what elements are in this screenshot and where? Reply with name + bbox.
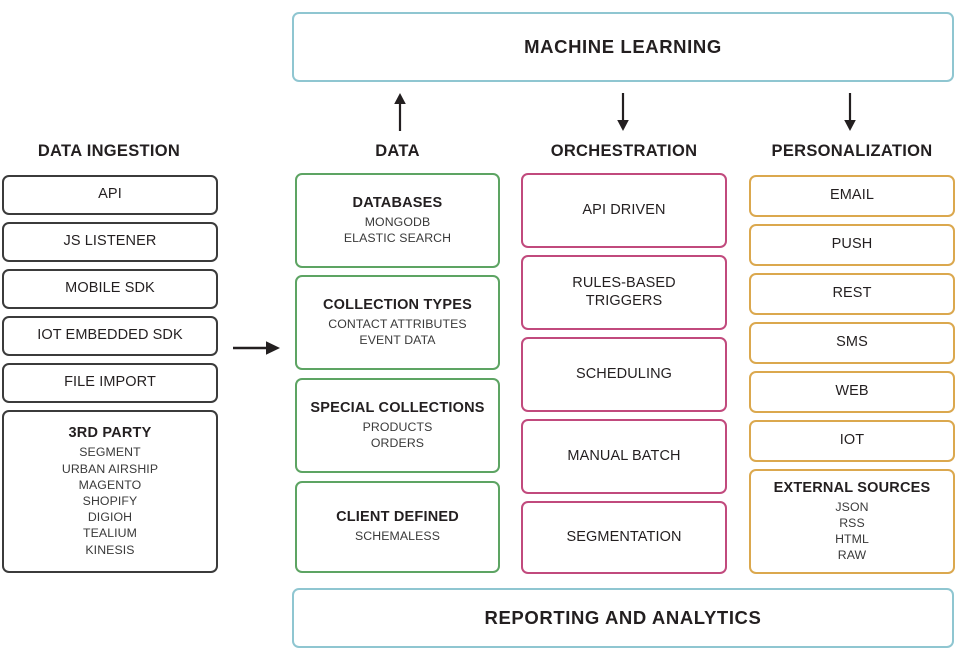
ingestion-item-3rd-party[interactable]: 3RD PARTY SEGMENT URBAN AIRSHIP MAGENTO SHO… [2, 410, 218, 573]
column-heading-data: DATA [375, 142, 420, 160]
personalization-external-sources-list: JSON RSS HTML RAW [835, 499, 869, 563]
personalization-item-push[interactable]: PUSH [749, 224, 955, 266]
personalization-item-web[interactable]: WEB [749, 371, 955, 413]
ingestion-item-file-import[interactable]: FILE IMPORT [2, 363, 218, 403]
ingestion-item-iot-embedded-sdk[interactable]: IOT EMBEDDED SDK [2, 316, 218, 356]
data-item-collection-types[interactable]: COLLECTION TYPES CONTACT ATTRIBUTES EVENT… [295, 275, 500, 370]
personalization-item-iot[interactable]: IOT [749, 420, 955, 462]
diagram-canvas: MACHINE LEARNING DATA INGESTION DATA ORC… [0, 0, 960, 660]
data-client-defined-list: SCHEMALESS [354, 529, 441, 544]
personalization-item-sms[interactable]: SMS [749, 322, 955, 364]
reporting-and-analytics-banner: REPORTING AND ANALYTICS [292, 588, 954, 648]
orchestration-item-rules-based-triggers[interactable]: RULES-BASED TRIGGERS [521, 255, 727, 330]
data-databases-list: MONGODB ELASTIC SEARCH [343, 214, 452, 246]
arrow-up-data-to-ml [394, 93, 406, 131]
data-special-collections-list: PRODUCTS ORDERS [362, 419, 433, 451]
ingestion-item-mobile-sdk[interactable]: MOBILE SDK [2, 269, 218, 309]
data-collection-types-list: CONTACT ATTRIBUTES EVENT DATA [328, 316, 467, 348]
personalization-item-rest[interactable]: REST [749, 273, 955, 315]
orchestration-item-api-driven[interactable]: API DRIVEN [521, 173, 727, 248]
machine-learning-banner: MACHINE LEARNING [292, 12, 954, 82]
column-heading-personalization: PERSONALIZATION [771, 142, 933, 160]
arrow-down-ml-to-personalization [844, 93, 856, 131]
data-item-databases[interactable]: DATABASES MONGODB ELASTIC SEARCH [295, 173, 500, 268]
column-heading-orchestration: ORCHESTRATION [550, 142, 698, 160]
orchestration-item-scheduling[interactable]: SCHEDULING [521, 337, 727, 412]
ingestion-item-js-listener[interactable]: JS LISTENER [2, 222, 218, 262]
ingestion-3rd-party-list: SEGMENT URBAN AIRSHIP MAGENTO SHOPIFY DIGIOH… [61, 445, 159, 557]
data-item-special-collections[interactable]: SPECIAL COLLECTIONS PRODUCTS ORDERS [295, 378, 500, 473]
personalization-item-external-sources[interactable]: EXTERNAL SOURCES JSON RSS HTML RAW [749, 469, 955, 574]
arrow-right-ingestion-to-data [233, 341, 280, 355]
column-heading-data-ingestion: DATA INGESTION [37, 142, 181, 160]
arrow-down-ml-to-orchestration [617, 93, 629, 131]
machine-learning-label: MACHINE LEARNING [524, 36, 722, 57]
data-item-client-defined[interactable]: CLIENT DEFINED SCHEMALESS [295, 481, 500, 573]
orchestration-item-manual-batch[interactable]: MANUAL BATCH [521, 419, 727, 494]
orchestration-item-segmentation[interactable]: SEGMENTATION [521, 501, 727, 574]
personalization-item-email[interactable]: EMAIL [749, 175, 955, 217]
reporting-and-analytics-label: REPORTING AND ANALYTICS [484, 607, 762, 628]
ingestion-item-api[interactable]: API [2, 175, 218, 215]
